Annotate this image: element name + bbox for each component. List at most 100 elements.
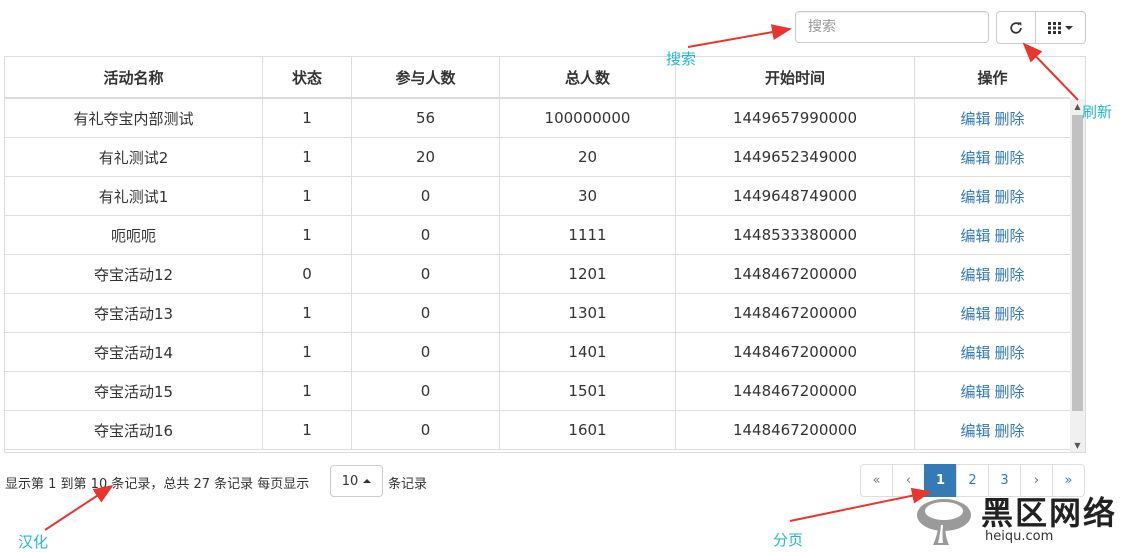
page-size-value: 10 <box>341 473 359 489</box>
table-cell-start: 1448467200000 <box>676 372 915 410</box>
edit-link[interactable]: 编辑 <box>960 303 990 324</box>
table-row: 呃呃呃 1 0 1111 1448533380000 编辑 删除 <box>5 216 1070 255</box>
table-cell-name: 夺宝活动12 <box>5 255 263 293</box>
vertical-scrollbar[interactable]: ▲ ▼ <box>1070 99 1085 452</box>
table-row: 夺宝活动12 0 0 1201 1448467200000 编辑 删除 <box>5 255 1070 294</box>
table-cell-name: 呃呃呃 <box>5 216 263 254</box>
delete-link[interactable]: 删除 <box>995 225 1025 246</box>
table-cell-start: 1448467200000 <box>676 333 915 371</box>
search-input[interactable] <box>795 11 989 43</box>
table-row: 有礼测试2 1 20 20 1449652349000 编辑 删除 <box>5 138 1070 177</box>
watermark-brand: 黑区网络 <box>981 494 1118 532</box>
edit-link[interactable]: 编辑 <box>960 342 990 363</box>
watermark: 黑区网络 heiqu.com <box>915 488 1146 553</box>
table-cell-status: 1 <box>263 294 352 332</box>
table-cell-actions: 编辑 删除 <box>915 177 1070 215</box>
page-size-dropdown[interactable]: 10 <box>330 465 383 497</box>
table-cell-participants: 0 <box>352 333 500 371</box>
column-header: 操作 <box>977 68 1008 87</box>
table-cell-name: 有礼测试2 <box>5 138 263 176</box>
delete-link[interactable]: 删除 <box>995 381 1025 402</box>
edit-link[interactable]: 编辑 <box>960 264 990 285</box>
table-cell-participants: 0 <box>352 216 500 254</box>
edit-link[interactable]: 编辑 <box>960 420 990 441</box>
table-cell-name: 夺宝活动16 <box>5 411 263 449</box>
mushroom-logo-icon <box>917 498 971 545</box>
table-cell-participants: 0 <box>352 411 500 449</box>
table-cell-total: 1111 <box>500 216 676 254</box>
column-header[interactable]: 活动名称 <box>5 57 263 97</box>
table-cell-status: 1 <box>263 216 352 254</box>
table-cell-start: 1448467200000 <box>676 255 915 293</box>
edit-link[interactable]: 编辑 <box>960 147 990 168</box>
table-cell-name: 夺宝活动13 <box>5 294 263 332</box>
table-cell-total: 1301 <box>500 294 676 332</box>
table-cell-total: 30 <box>500 177 676 215</box>
chevron-up-icon <box>363 479 372 483</box>
table-cell-start: 1449657990000 <box>676 99 915 137</box>
table-cell-status: 1 <box>263 411 352 449</box>
table-body: 有礼夺宝内部测试 1 56 100000000 1449657990000 编辑 删除 有礼测… <box>5 99 1070 450</box>
table-cell-total: 20 <box>500 138 676 176</box>
data-table: 活动名称 状态 参与人数 总人数 开始时间 操作 有礼夺宝内部测试 1 56 1000… <box>4 56 1086 453</box>
delete-link[interactable]: 删除 <box>995 186 1025 207</box>
table-cell-name: 有礼夺宝内部测试 <box>5 99 263 137</box>
table-cell-name: 夺宝活动15 <box>5 372 263 410</box>
delete-link[interactable]: 删除 <box>995 420 1025 441</box>
table-cell-status: 1 <box>263 99 352 137</box>
delete-link[interactable]: 删除 <box>995 108 1025 129</box>
edit-link[interactable]: 编辑 <box>960 186 990 207</box>
refresh-icon <box>1010 21 1022 34</box>
annotation-refresh: 刷新 <box>1082 103 1113 121</box>
refresh-button[interactable] <box>996 11 1036 44</box>
table-header: 活动名称 状态 参与人数 总人数 开始时间 操作 <box>5 57 1070 99</box>
delete-link[interactable]: 删除 <box>995 303 1025 324</box>
annotation-localize: 汉化 <box>18 533 49 551</box>
table-row: 夺宝活动13 1 0 1301 1448467200000 编辑 删除 <box>5 294 1070 333</box>
table-cell-total: 1501 <box>500 372 676 410</box>
table-cell-name: 有礼测试1 <box>5 177 263 215</box>
table-cell-actions: 编辑 删除 <box>915 333 1070 371</box>
table-cell-actions: 编辑 删除 <box>915 255 1070 293</box>
table-cell-status: 1 <box>263 177 352 215</box>
table-cell-start: 1449648749000 <box>676 177 915 215</box>
delete-link[interactable]: 删除 <box>995 264 1025 285</box>
column-header[interactable]: 状态 <box>263 57 352 97</box>
arrow-localize <box>44 484 114 531</box>
table-cell-total: 1601 <box>500 411 676 449</box>
grid-icon <box>1048 21 1061 34</box>
table-cell-actions: 编辑 删除 <box>915 411 1070 449</box>
delete-link[interactable]: 删除 <box>995 342 1025 363</box>
records-label: 条记录 <box>388 476 428 492</box>
column-header[interactable]: 总人数 <box>500 57 676 97</box>
scrollbar-thumb[interactable] <box>1072 115 1083 411</box>
annotation-paging: 分页 <box>773 531 804 549</box>
table-cell-participants: 0 <box>352 294 500 332</box>
edit-link[interactable]: 编辑 <box>960 381 990 402</box>
table-cell-name: 夺宝活动14 <box>5 333 263 371</box>
table-cell-status: 0 <box>263 255 352 293</box>
table-cell-actions: 编辑 删除 <box>915 294 1070 332</box>
table-cell-start: 1448533380000 <box>676 216 915 254</box>
column-header[interactable]: 参与人数 <box>352 57 500 97</box>
table-row: 夺宝活动16 1 0 1601 1448467200000 编辑 删除 <box>5 411 1070 450</box>
column-header[interactable]: 开始时间 <box>676 57 915 97</box>
table-cell-total: 1401 <box>500 333 676 371</box>
edit-link[interactable]: 编辑 <box>960 108 990 129</box>
table-row: 夺宝活动14 1 0 1401 1448467200000 编辑 删除 <box>5 333 1070 372</box>
table-cell-participants: 0 <box>352 372 500 410</box>
scroll-down-arrow-icon[interactable]: ▼ <box>1070 438 1085 452</box>
delete-link[interactable]: 删除 <box>995 147 1025 168</box>
arrow-search <box>687 24 792 48</box>
table-cell-actions: 编辑 删除 <box>915 99 1070 137</box>
table-row: 夺宝活动15 1 0 1501 1448467200000 编辑 删除 <box>5 372 1070 411</box>
table-cell-status: 1 <box>263 333 352 371</box>
page-first-button[interactable]: « <box>860 464 893 497</box>
table-cell-actions: 编辑 删除 <box>915 138 1070 176</box>
table-cell-start: 1448467200000 <box>676 411 915 449</box>
edit-link[interactable]: 编辑 <box>960 225 990 246</box>
table-cell-participants: 56 <box>352 99 500 137</box>
table-cell-participants: 20 <box>352 138 500 176</box>
columns-toggle-button[interactable] <box>1035 11 1086 44</box>
table-row: 有礼测试1 1 0 30 1449648749000 编辑 删除 <box>5 177 1070 216</box>
